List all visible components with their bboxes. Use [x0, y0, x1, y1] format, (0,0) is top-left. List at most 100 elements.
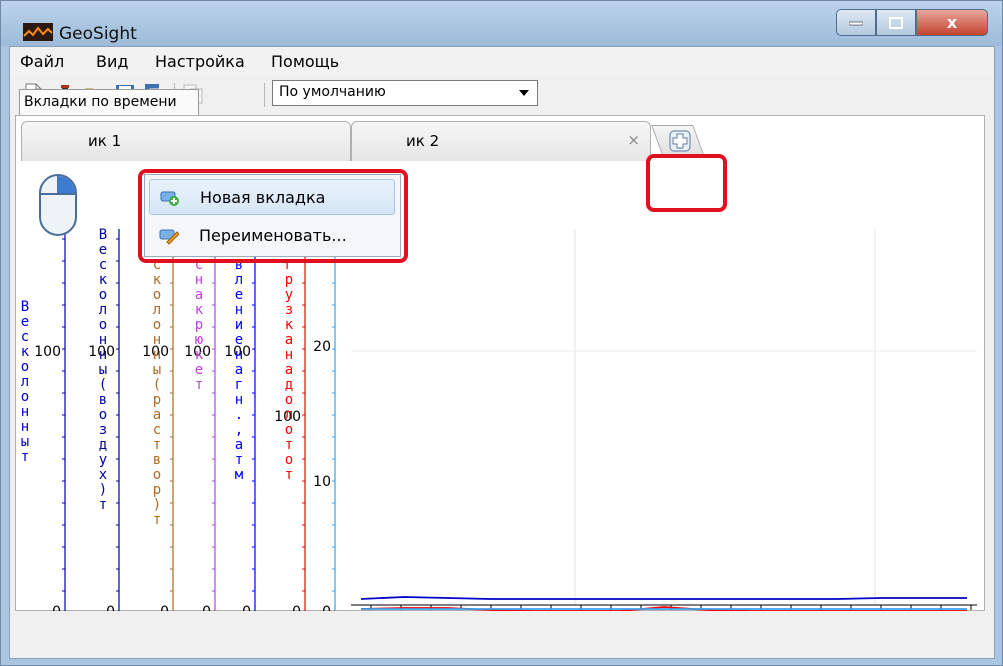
y-axis-label-char: а [285, 362, 293, 378]
y-axis-label-char: н [99, 347, 107, 363]
y-axis-label-char: р [285, 272, 293, 288]
y-axis-label-char: ю [195, 332, 203, 348]
y-axis-label-char: л [99, 302, 107, 318]
y-axis-label-char: е [99, 242, 107, 258]
y-axis-label-char: и [235, 317, 243, 333]
y-axis-label-char: н [235, 302, 243, 318]
y-axis-label-char: з [99, 422, 107, 438]
y-axis-label-char: т [195, 377, 203, 393]
y-axis-label-char: а [285, 332, 293, 348]
context-menu-highlight [138, 169, 408, 263]
y-axis-label-char: н [153, 347, 161, 363]
y-axis-label-char: к [21, 344, 30, 360]
y-axis-label-char: . [235, 407, 243, 423]
maximize-button[interactable] [876, 9, 916, 36]
y-axis-label-char: а [235, 362, 243, 378]
close-button[interactable]: x [916, 9, 988, 36]
y-axis-label-char: т [235, 452, 243, 468]
y-axis-label-char: , [235, 422, 243, 438]
y-axis-label-char: г [235, 377, 243, 393]
y-axis-label-char: к [99, 272, 108, 288]
y-axis-label-char: х [99, 467, 107, 483]
y-axis-label-char: о [99, 317, 107, 333]
y-axis-label-char: р [195, 317, 203, 333]
y-axis-label-char: о [21, 389, 29, 405]
y-tick-label: 0 [242, 604, 251, 611]
tab-time-label: Вкладки по времени [24, 94, 177, 110]
y-tick-label: 100 [34, 344, 61, 360]
y-tick-label: 0 [106, 604, 115, 611]
menu-file[interactable]: Файл [20, 52, 64, 71]
window-title: GeoSight [59, 24, 137, 44]
y-axis-label-char: н [153, 332, 161, 348]
y-axis-label-char: л [21, 374, 29, 390]
y-axis-label-char: н [195, 272, 203, 288]
y-axis-label-char: ( [99, 377, 107, 393]
chevron-down-icon [519, 90, 529, 96]
y-axis-label-char: н [21, 404, 29, 420]
y-axis-label-char: о [285, 422, 293, 438]
menu-settings[interactable]: Настройка [155, 52, 245, 71]
y-axis-label-char: в [153, 452, 161, 468]
menu-view[interactable]: Вид [96, 52, 128, 71]
y-axis-label-char: н [21, 419, 29, 435]
y-axis-label-char: е [235, 287, 243, 303]
y-axis-label-char: т [21, 449, 29, 465]
close-icon: x [946, 13, 958, 32]
y-axis-label-char: з [285, 302, 293, 318]
tab-chart-2-label: ик 2 [406, 132, 440, 150]
y-axis-label-char: д [285, 377, 293, 393]
y-axis-label-char: у [99, 452, 107, 468]
y-axis-label-char: л [285, 407, 293, 423]
y-axis-label-char: ) [99, 482, 107, 498]
menu-help[interactable]: Помощь [271, 52, 339, 71]
y-axis-label-char: о [285, 392, 293, 408]
y-axis-label-char: т [285, 467, 293, 483]
y-axis-label-char: а [195, 287, 203, 303]
title-bar: GeoSight x [1, 1, 1002, 46]
y-axis-label-char: о [99, 407, 107, 423]
y-axis-label-char: е [235, 332, 243, 348]
y-axis-label-char: т [285, 437, 293, 453]
tab-chart-1-label: ик 1 [88, 132, 122, 150]
tab-chart-1[interactable]: ик 1 [21, 121, 351, 161]
window-controls: x [836, 9, 988, 37]
y-axis-label-char: л [153, 302, 161, 318]
y-axis-label-char: т [153, 437, 161, 453]
y-axis-label-char: с [99, 257, 107, 273]
preset-value: По умолчанию [279, 84, 386, 100]
preset-select[interactable]: По умолчанию [272, 80, 538, 106]
y-tick-label: 0 [292, 604, 301, 611]
y-axis-label-char: о [21, 359, 29, 375]
y-axis-label-char: с [21, 329, 29, 345]
plot-background [351, 229, 977, 605]
y-axis-label-char: д [99, 437, 107, 453]
y-axis-label-char: н [235, 347, 243, 363]
y-axis-label-char: ы [99, 362, 107, 378]
y-axis-label-char: т [99, 497, 107, 513]
y-axis-label-char: ы [21, 434, 29, 450]
y-axis-label-char: н [235, 392, 243, 408]
plus-icon [669, 130, 691, 152]
tab-chart-2[interactable]: ик 2 × [351, 121, 651, 161]
y-axis-label-char: ( [153, 377, 161, 393]
y-tick-label: 0 [160, 604, 169, 611]
y-axis-label-char: к [153, 272, 162, 288]
y-tick-label: 10 [313, 474, 331, 490]
y-axis-label-char: ) [153, 497, 161, 513]
y-axis-label-char: е [195, 362, 203, 378]
app-window: GeoSight x Файл Вид Настройка Помощь По … [0, 0, 1003, 666]
y-axis-label-char: к [195, 302, 204, 318]
mouse-icon [39, 174, 77, 236]
geosight-logo-icon [23, 23, 53, 41]
y-tick-label: 0 [52, 604, 61, 611]
maximize-icon [889, 16, 903, 29]
tab-time[interactable]: Вкладки по времени [19, 89, 199, 115]
minimize-icon [849, 21, 863, 25]
y-axis-label-char: р [153, 482, 161, 498]
close-tab-icon[interactable]: × [627, 131, 640, 149]
y-axis-label-char: м [235, 467, 244, 483]
y-axis-label-char: В [99, 227, 107, 243]
minimize-button[interactable] [836, 9, 876, 36]
menu-bar: Файл Вид Настройка Помощь [10, 47, 994, 75]
